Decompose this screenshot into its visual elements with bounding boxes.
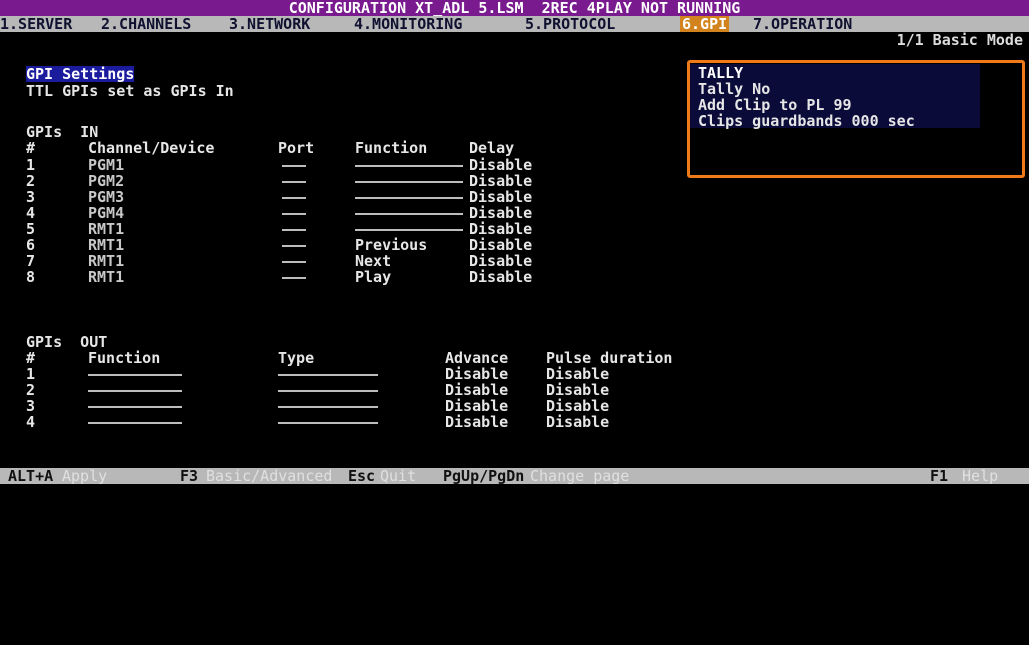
col-header-delay: Delay [469,139,515,157]
col-header-function: Function [88,349,161,367]
gpi-out-advance[interactable]: Disable [445,366,508,382]
gpi-in-function[interactable] [355,189,463,205]
col-header-function: Function [355,139,428,157]
gpi-in-port[interactable] [282,237,306,253]
gpi-in-num: 6 [26,236,36,254]
window-title: CONFIGURATION XT_ADL 5.LSM 2REC 4PLAY NO… [288,0,741,17]
shortcut-key-change-page[interactable]: PgUp/PgDn [443,468,524,484]
gpi-out-advance[interactable]: Disable [445,382,508,398]
col-header-advance: Advance [445,349,509,367]
gpi-in-device[interactable]: PGM1 [88,157,124,173]
menu-bar: 1.SERVER 2.CHANNELS 3.NETWORK 4.MONITORI… [0,16,1029,32]
gpi-in-delay[interactable]: Disable [469,221,532,237]
gpi-in-port[interactable] [282,253,306,269]
menu-item-server[interactable]: 1.SERVER [0,16,72,32]
menu-item-network[interactable]: 3.NETWORK [229,16,310,32]
col-header-pulse: Pulse duration [546,349,673,367]
gpi-in-delay[interactable]: Disable [469,237,532,253]
gpi-in-num: 2 [26,172,36,190]
shortcut-key-help[interactable]: F1 [930,468,948,484]
gpi-in-port[interactable] [282,157,306,173]
gpi-in-port[interactable] [282,269,306,285]
gpi-in-delay[interactable]: Disable [469,173,532,189]
gpis-out-heading: GPIs OUT [26,333,108,351]
gpi-out-pulse[interactable]: Disable [546,398,609,414]
gpi-out-num: 1 [26,365,36,383]
gpi-out-function[interactable] [88,382,182,398]
gpi-in-device[interactable]: RMT1 [88,237,124,253]
shortcut-key-quit[interactable]: Esc [348,468,375,484]
col-header-device: Channel/Device [88,139,215,157]
gpi-in-num: 7 [26,252,36,270]
gpi-out-num: 2 [26,381,36,399]
gpi-out-type[interactable] [278,366,378,382]
menu-item-channels[interactable]: 2.CHANNELS [101,16,191,32]
gpi-out-pulse[interactable]: Disable [546,382,609,398]
gpi-in-num: 1 [26,156,36,174]
shortcut-key-apply[interactable]: ALT+A [8,468,53,484]
menu-item-gpi[interactable]: 6.GPI [680,16,730,32]
shortcut-key-basic-advanced[interactable]: F3 [180,468,198,484]
gpi-in-delay[interactable]: Disable [469,205,532,221]
status-bar: ALT+A Apply F3 Basic/Advanced Esc Quit P… [0,468,1029,484]
gpi-in-function[interactable]: Next [355,253,391,269]
gpi-in-port[interactable] [282,189,306,205]
gpi-out-function[interactable] [88,366,182,382]
gpi-in-device[interactable]: RMT1 [88,269,124,285]
add-clip-setting[interactable]: Add Clip to PL 99 [698,97,852,113]
page-indicator: 1/1 Basic Mode [896,31,1023,49]
gpi-in-delay[interactable]: Disable [469,189,532,205]
gpi-in-function[interactable] [355,173,463,189]
shortcut-label-apply: Apply [62,467,108,485]
gpi-in-port[interactable] [282,205,306,221]
gpi-out-num: 3 [26,397,36,415]
gpi-in-port[interactable] [282,173,306,189]
gpi-in-device[interactable]: PGM2 [88,173,124,189]
gpi-in-function[interactable]: Play [355,269,391,285]
gpi-in-delay[interactable]: Disable [469,269,532,285]
menu-item-protocol[interactable]: 5.PROTOCOL [525,16,615,32]
col-header-num: # [26,139,36,157]
shortcut-label-change-page: Change page [530,467,630,485]
gpi-out-function[interactable] [88,414,182,430]
gpis-in-heading: GPIs IN [26,123,99,141]
gpi-out-num: 4 [26,413,36,431]
gpi-in-device[interactable]: RMT1 [88,221,124,237]
gpi-in-function[interactable] [355,157,463,173]
shortcut-label-quit: Quit [380,467,417,485]
tally-setting[interactable]: Tally No [698,81,770,97]
gpi-in-function[interactable]: Previous [355,237,427,253]
gpi-settings-heading[interactable]: GPI Settings [26,66,135,82]
col-header-type: Type [278,349,315,367]
gpi-in-delay[interactable]: Disable [469,157,532,173]
ttl-gpi-setting[interactable]: TTL GPIs set as GPIs In [26,83,234,99]
menu-item-monitoring[interactable]: 4.MONITORING [354,16,462,32]
gpi-out-type[interactable] [278,414,378,430]
tally-title: TALLY [698,64,744,82]
gpi-in-function[interactable] [355,205,463,221]
gpi-in-device[interactable]: RMT1 [88,253,124,269]
menu-item-operation[interactable]: 7.OPERATION [753,16,852,32]
gpi-in-device[interactable]: PGM3 [88,189,124,205]
gpi-out-function[interactable] [88,398,182,414]
gpi-in-device[interactable]: PGM4 [88,205,124,221]
gpi-out-advance[interactable]: Disable [445,414,508,430]
gpi-out-type[interactable] [278,398,378,414]
gpi-in-port[interactable] [282,221,306,237]
shortcut-label-help: Help [962,467,999,485]
gpi-out-type[interactable] [278,382,378,398]
gpi-in-num: 3 [26,188,36,206]
gpi-out-pulse[interactable]: Disable [546,414,609,430]
col-header-port: Port [278,139,315,157]
col-header-num: # [26,349,36,367]
gpi-out-advance[interactable]: Disable [445,398,508,414]
gpi-in-num: 8 [26,268,36,286]
shortcut-label-basic-advanced: Basic/Advanced [206,467,333,485]
gpi-in-num: 5 [26,220,36,238]
guardbands-setting[interactable]: Clips guardbands 000 sec [698,113,915,129]
gpi-in-function[interactable] [355,221,463,237]
gpi-out-pulse[interactable]: Disable [546,366,609,382]
gpi-in-delay[interactable]: Disable [469,253,532,269]
gpi-in-num: 4 [26,204,36,222]
